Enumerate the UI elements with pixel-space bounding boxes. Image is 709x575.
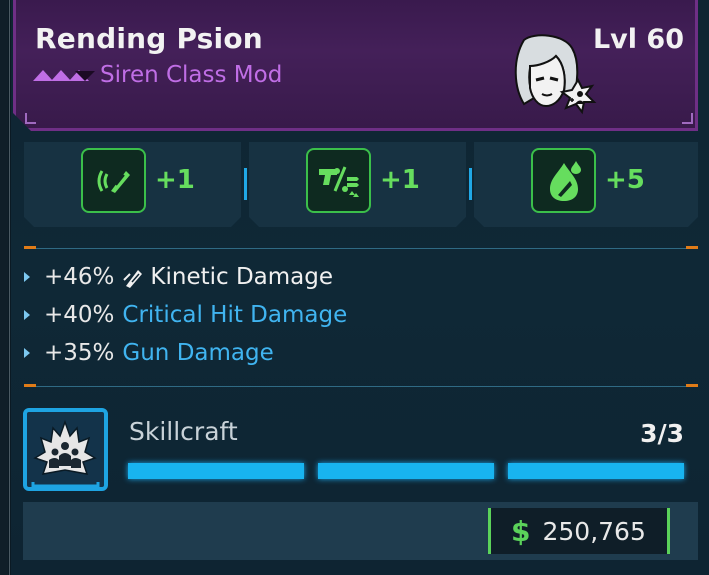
skill-box-3[interactable]: +5 — [474, 142, 698, 227]
divider-tick — [24, 384, 36, 387]
stat-line-gun: +35% Gun Damage — [24, 340, 274, 366]
bullet-arrow-icon — [24, 310, 30, 320]
skillcraft-crown-icon — [23, 408, 108, 491]
corner-notch-icon — [682, 113, 693, 124]
item-name: Rending Psion — [35, 22, 263, 55]
skill-value: +1 — [380, 165, 420, 195]
kinetic-spray-icon — [81, 148, 146, 213]
frame-edge — [0, 0, 8, 575]
kinetic-bullet-icon — [123, 270, 143, 288]
price-box: $ 250,765 — [488, 508, 670, 554]
divider-tick — [686, 246, 698, 249]
item-type: Siren Class Mod — [100, 62, 283, 88]
frame-edge-line — [9, 0, 10, 575]
stat-percent: +35% — [44, 340, 115, 366]
divider-tick — [686, 384, 698, 387]
rarity-chevrons-icon — [33, 70, 95, 81]
skill-box-2[interactable]: +1 — [249, 142, 466, 227]
skillcraft-segment — [318, 463, 494, 479]
stat-line-kinetic: +46% Kinetic Damage — [24, 264, 333, 290]
skill-value: +1 — [155, 165, 195, 195]
stat-percent: +46% — [44, 264, 115, 290]
skillcraft-title: Skillcraft — [129, 417, 238, 446]
divider-tick — [24, 246, 36, 249]
skill-value: +5 — [605, 165, 645, 195]
bullet-arrow-icon — [24, 272, 30, 282]
divider — [36, 386, 686, 387]
stat-label: Kinetic Damage — [150, 264, 334, 290]
divider — [36, 248, 686, 249]
siren-portrait-icon — [514, 34, 597, 115]
skillcraft-count: 3/3 — [640, 419, 684, 448]
droplet-bullet-icon — [531, 148, 596, 213]
bullet-arrow-icon — [24, 348, 30, 358]
skill-box-1[interactable]: +1 — [24, 142, 241, 227]
separator — [244, 168, 247, 200]
skillcraft-segment — [128, 463, 304, 479]
item-level: Lvl 60 — [592, 24, 684, 55]
dollar-icon: $ — [511, 514, 531, 548]
corner-notch-icon — [25, 113, 36, 124]
stat-label: Critical Hit Damage — [122, 302, 348, 328]
gun-ammo-up-icon — [306, 148, 371, 213]
stat-percent: +40% — [44, 302, 115, 328]
price-value: 250,765 — [542, 516, 646, 546]
stat-line-crit: +40% Critical Hit Damage — [24, 302, 347, 328]
separator — [469, 168, 472, 200]
skillcraft-segment — [508, 463, 684, 479]
stat-label: Gun Damage — [122, 340, 274, 366]
